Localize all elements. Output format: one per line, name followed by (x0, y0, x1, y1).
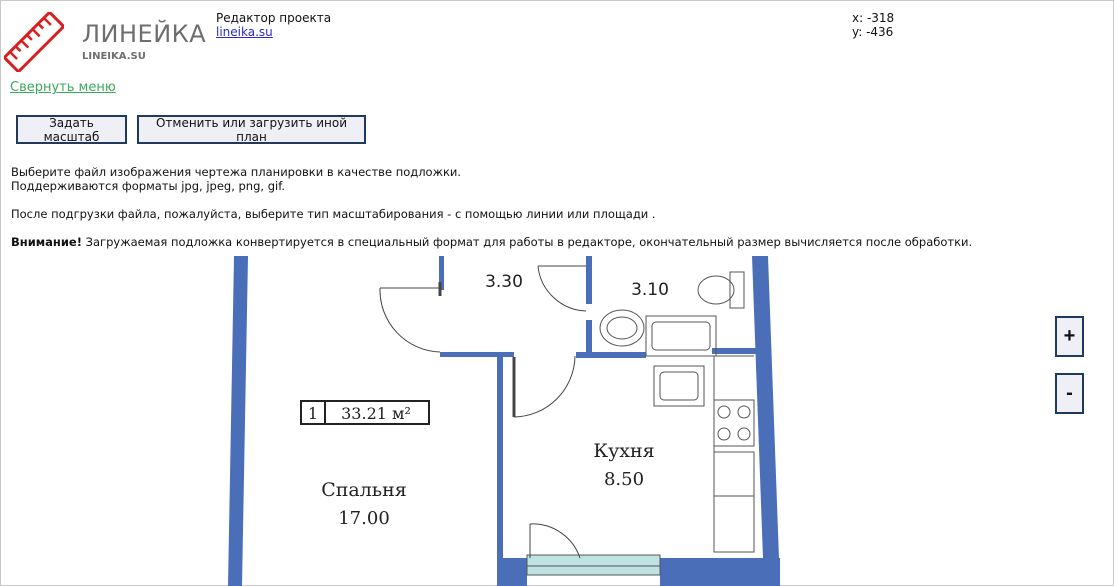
editor-title: Редактор проекта (216, 11, 332, 25)
info-warning: Внимание! Загружаемая подложка конвертир… (11, 235, 972, 249)
balcony-window (526, 554, 661, 576)
info-line-2: Поддерживаются форматы jpg, jpeg, png, g… (11, 179, 286, 193)
logo[interactable]: ЛИНЕЙКА LINEIKA.SU (4, 12, 207, 72)
flat-area-badge: 1 33.21 м² (300, 400, 430, 425)
coord-x-readout: x: -318 (852, 11, 895, 25)
room-area-330: 3.30 (485, 272, 523, 292)
site-link[interactable]: lineika.su (216, 25, 273, 39)
coord-y-readout: y: -436 (852, 25, 894, 39)
cancel-or-load-plan-button[interactable]: Отменить или загрузить иной план (137, 115, 366, 144)
zoom-out-button[interactable]: - (1055, 373, 1084, 414)
logo-subtitle: LINEIKA.SU (82, 51, 146, 62)
logo-name: ЛИНЕЙКА (82, 20, 207, 48)
room-area-310: 3.10 (631, 280, 669, 300)
warning-text: Загружаемая подложка конвертируется в сп… (81, 235, 973, 249)
bedroom-name: Спальня (321, 479, 407, 501)
ruler-icon (4, 12, 64, 72)
fixtures (599, 271, 755, 553)
badge-area: 33.21 м² (341, 404, 411, 423)
floor-plan-canvas[interactable]: 3.30 3.10 Кухня 8.50 Спальня 17.00 1 33.… (0, 256, 1114, 586)
kitchen-name: Кухня (593, 440, 654, 462)
warning-label: Внимание! (11, 235, 82, 249)
kitchen-area: 8.50 (604, 469, 644, 490)
info-line-1: Выберите файл изображения чертежа планир… (11, 165, 462, 179)
zoom-in-button[interactable]: + (1055, 316, 1084, 357)
set-scale-button[interactable]: Задать масштаб (16, 115, 127, 144)
bedroom-area: 17.00 (338, 508, 390, 529)
badge-number: 1 (308, 404, 318, 423)
collapse-menu-link[interactable]: Свернуть меню (10, 80, 116, 95)
info-line-3: После подгрузки файла, пожалуйста, выбер… (11, 207, 656, 221)
